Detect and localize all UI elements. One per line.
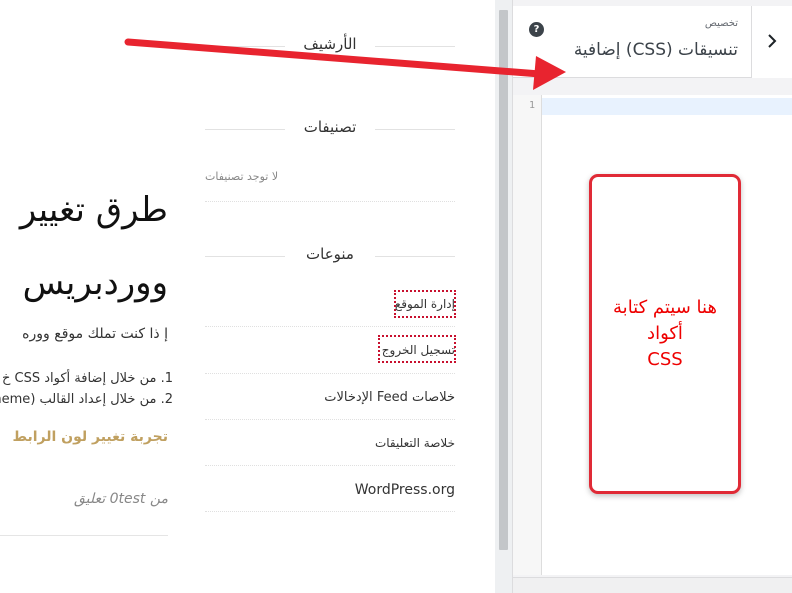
widget-link-logout[interactable]: تسجيل الخروج [205, 341, 455, 361]
post-title-continued[interactable]: ووردبريس [23, 263, 168, 303]
back-button[interactable] [751, 6, 792, 78]
panel-header: ? تخصيص تنسيقات (CSS) إضافية [513, 6, 792, 78]
divider [205, 326, 455, 327]
link-label: WordPress.org [354, 482, 455, 498]
chevron-right-icon [768, 34, 777, 48]
line-number-gutter: 1 [513, 95, 542, 575]
panel-breadcrumb: تخصيص [704, 18, 738, 29]
line-number: 1 [528, 100, 535, 111]
annotation-text: هنا سيتم كتابة أكواد CSS [592, 295, 738, 373]
link-label: إدارة الموقع [394, 297, 455, 311]
list-item: 1. من خلال إضافة أكواد CSS خ [1, 371, 173, 386]
divider [375, 256, 455, 257]
panel-title: تنسيقات (CSS) إضافية [573, 40, 738, 60]
post-list: 1. من خلال إضافة أكواد CSS خ 2. من خلال … [0, 368, 173, 410]
annotation-line: CSS [647, 349, 683, 370]
no-categories-text: لا توجد تصنيفات [205, 170, 279, 183]
widget-link-comments-feed[interactable]: خلاصة التعليقات [205, 434, 455, 454]
link-label: خلاصات Feed الإدخالات [324, 390, 455, 405]
widget-title: منوعات [306, 245, 354, 263]
active-line-highlight[interactable] [542, 98, 792, 115]
panel-footer [513, 577, 792, 593]
divider [375, 129, 455, 130]
widget-link-wordpress-org[interactable]: WordPress.org [205, 480, 455, 500]
divider [205, 201, 455, 202]
post-link[interactable]: تجربة تغيير لون الرابط [12, 429, 168, 445]
post-divider [0, 535, 168, 536]
divider [205, 465, 455, 466]
divider [205, 373, 455, 374]
widget-title: تصنيفات [303, 118, 357, 136]
post-title[interactable]: طرق تغيير [20, 190, 168, 230]
question-circle-icon[interactable]: ? [529, 22, 544, 37]
post-excerpt: إ ذا كنت تملك موقع ووره [22, 326, 168, 342]
scrollbar-thumb[interactable] [499, 10, 508, 550]
divider [375, 46, 455, 47]
customizer-screen: طرق تغيير ووردبريس إ ذا كنت تملك موقع وو… [0, 0, 792, 593]
widget-archives-heading: الأرشيف [205, 35, 455, 57]
annotation-line: أكواد [647, 323, 683, 344]
divider [205, 419, 455, 420]
widget-link-entries-feed[interactable]: خلاصات Feed الإدخالات [205, 388, 455, 408]
widget-categories-heading: تصنيفات [205, 118, 455, 140]
list-item: 2. من خلال إعداد القالب (heme [0, 392, 173, 407]
widget-title: الأرشيف [303, 35, 357, 53]
post-comments-meta[interactable]: من 0test تعليق [74, 491, 168, 507]
site-preview: طرق تغيير ووردبريس إ ذا كنت تملك موقع وو… [0, 0, 495, 593]
divider [205, 511, 455, 512]
annotation-line: هنا سيتم كتابة [613, 297, 717, 318]
widget-misc-heading: منوعات [205, 245, 455, 267]
widget-link-site-admin[interactable]: إدارة الموقع [205, 295, 455, 315]
link-label: تسجيل الخروج [381, 343, 455, 357]
preview-scrollbar[interactable] [495, 0, 512, 593]
link-label: خلاصة التعليقات [374, 436, 455, 450]
annotation-callout-box: هنا سيتم كتابة أكواد CSS [589, 174, 741, 494]
